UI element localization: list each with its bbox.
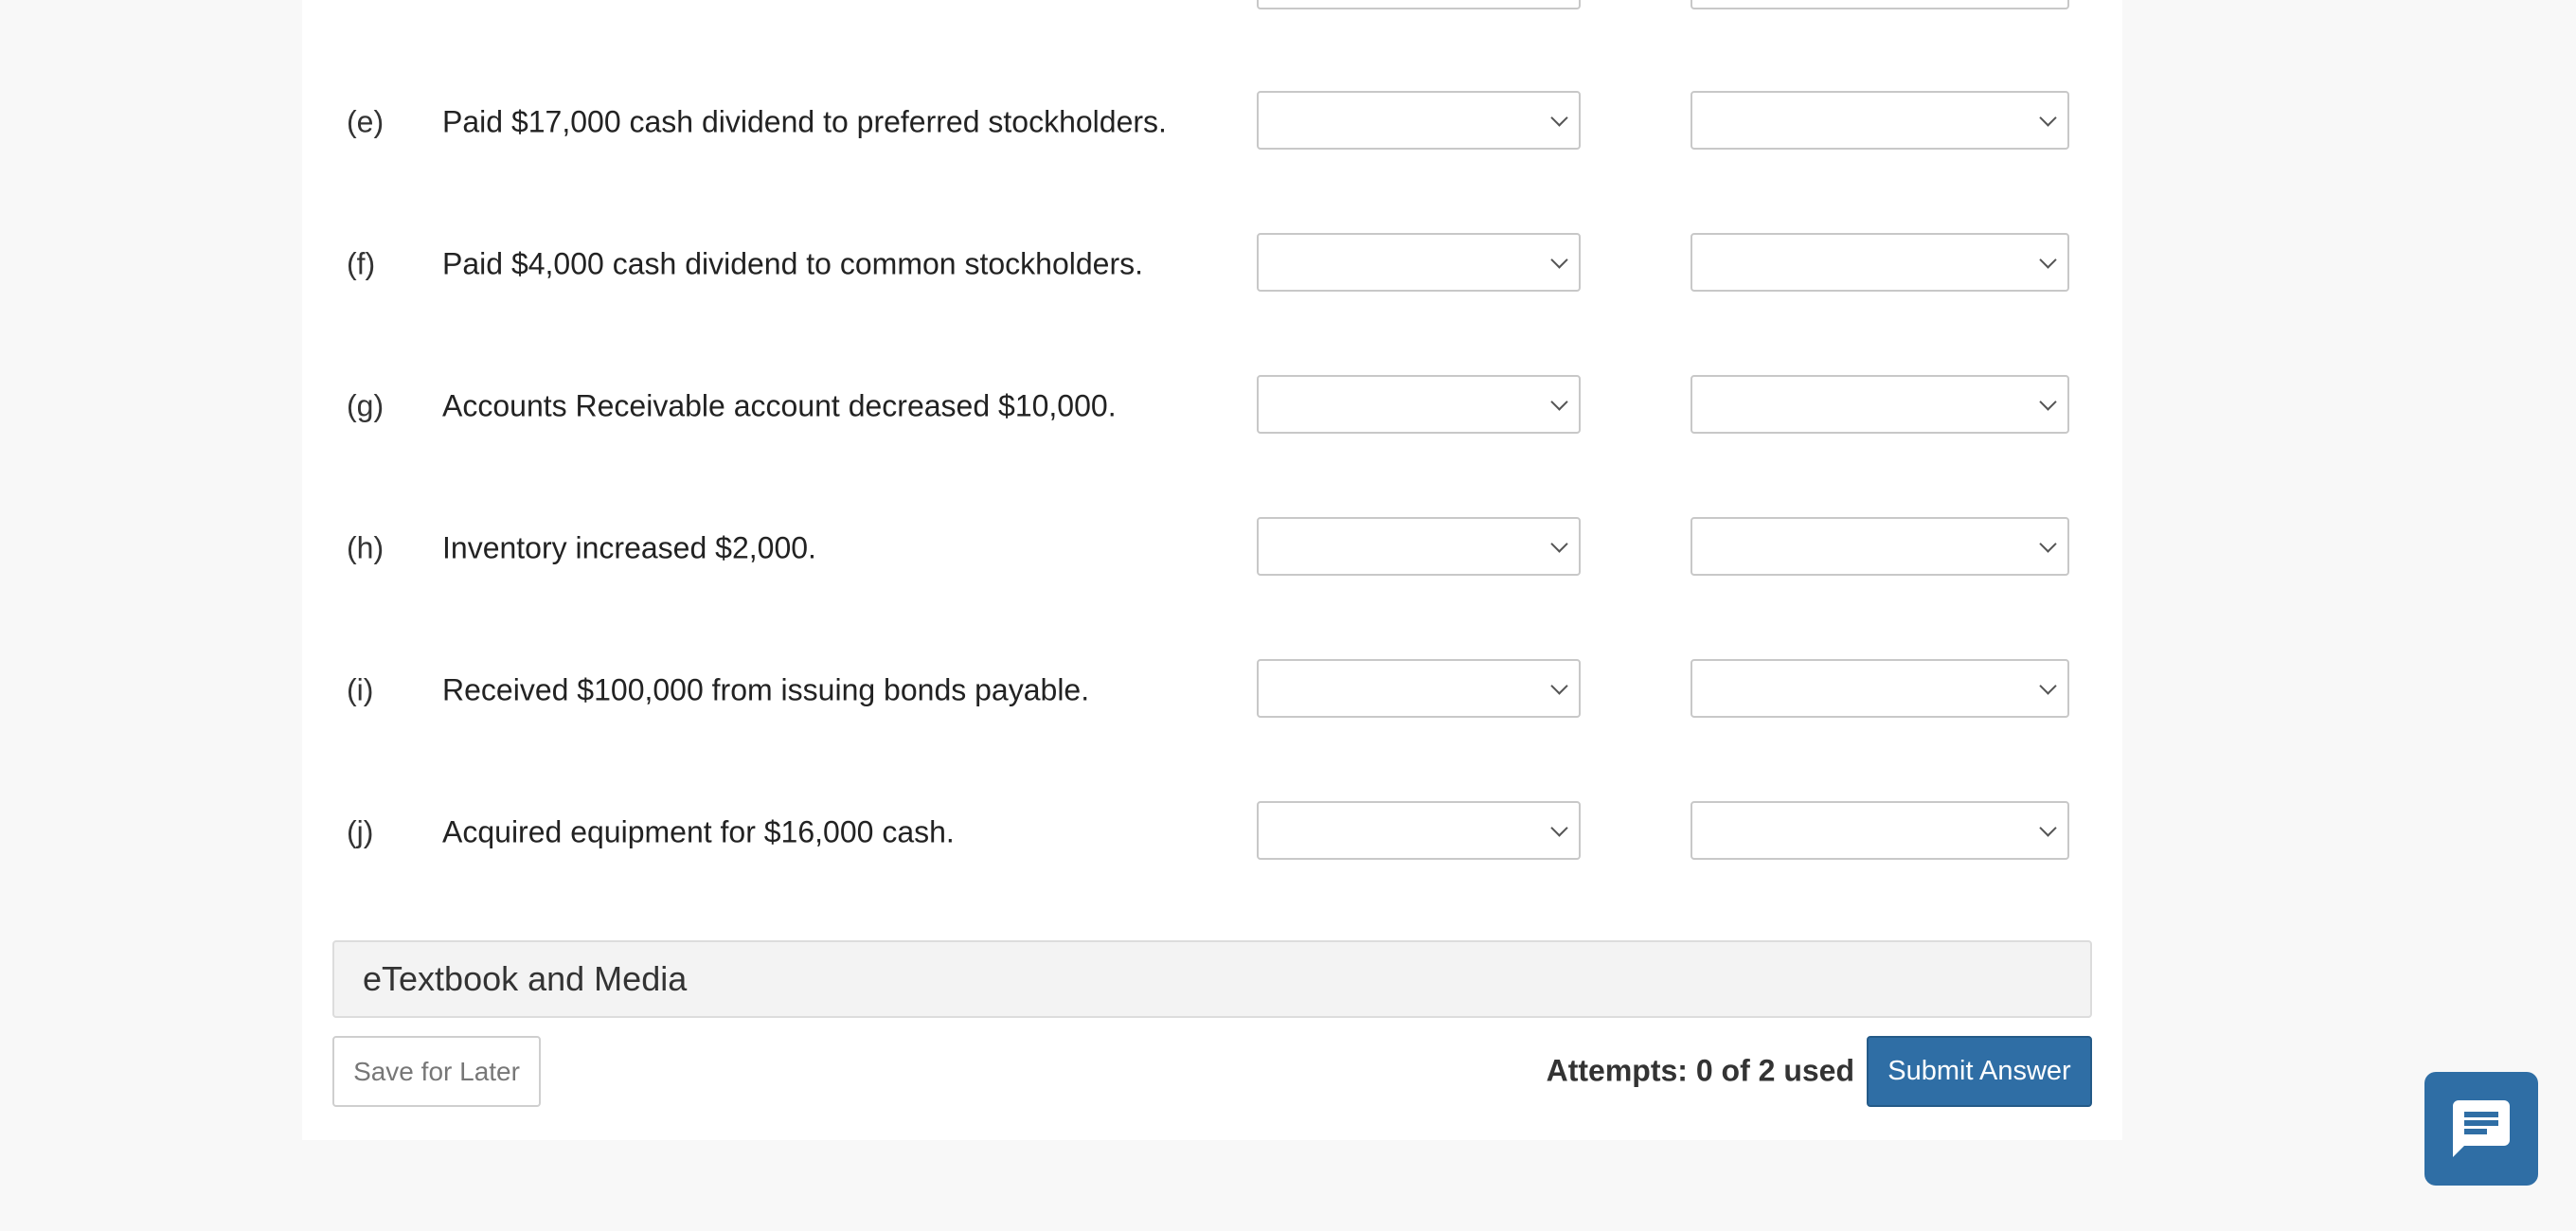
row-letter: (e) [347,104,385,139]
row-letter: (f) [347,246,376,281]
row-letter: (i) [347,672,374,707]
chevron-down-icon [2039,109,2057,127]
table-row: (f) Paid $4,000 cash dividend to common … [302,233,2122,295]
row-letter: (g) [347,388,385,423]
row-description: Received $100,000 from issuing bonds pay… [442,672,1090,707]
chat-button[interactable] [2424,1072,2538,1186]
table-row: (j) Acquired equipment for $16,000 cash. [302,801,2122,864]
question-panel: (e) Paid $17,000 cash dividend to prefer… [302,0,2122,1140]
effect-select[interactable] [1690,801,2069,860]
effect-select[interactable] [1690,233,2069,292]
row-description: Accounts Receivable account decreased $1… [442,388,1117,423]
classification-select[interactable] [1257,233,1581,292]
table-row: (e) Paid $17,000 cash dividend to prefer… [302,91,2122,153]
effect-select[interactable] [1690,0,2069,9]
submit-answer-button[interactable]: Submit Answer [1867,1036,2092,1107]
table-row: (i) Received $100,000 from issuing bonds… [302,659,2122,722]
classification-select[interactable] [1257,0,1581,9]
chat-bubble-icon [2453,1100,2510,1157]
chevron-down-icon [2039,677,2057,695]
chevron-down-icon [2039,819,2057,837]
table-row: (g) Accounts Receivable account decrease… [302,375,2122,437]
effect-select[interactable] [1690,91,2069,150]
chevron-down-icon [1550,109,1568,127]
effect-select[interactable] [1690,659,2069,718]
classification-select[interactable] [1257,801,1581,860]
classification-select[interactable] [1257,91,1581,150]
classification-select[interactable] [1257,375,1581,434]
chevron-down-icon [1550,393,1568,411]
row-description: Inventory increased $2,000. [442,530,816,565]
effect-select[interactable] [1690,517,2069,576]
chevron-down-icon [2039,251,2057,269]
chevron-down-icon [1550,251,1568,269]
row-letter: (j) [347,814,374,849]
etextbook-media-label: eTextbook and Media [363,959,688,998]
row-letter: (h) [347,530,385,565]
chevron-down-icon [1550,677,1568,695]
chevron-down-icon [2039,393,2057,411]
effect-select[interactable] [1690,375,2069,434]
chevron-down-icon [2039,535,2057,553]
chevron-down-icon [1550,819,1568,837]
attempts-counter: Attempts: 0 of 2 used [1546,1053,1854,1088]
save-for-later-button[interactable]: Save for Later [332,1036,541,1107]
table-row [302,0,2122,13]
row-description: Paid $17,000 cash dividend to preferred … [442,104,1167,139]
etextbook-media-toggle[interactable]: eTextbook and Media [332,940,2092,1018]
row-description: Paid $4,000 cash dividend to common stoc… [442,246,1143,281]
row-description: Acquired equipment for $16,000 cash. [442,814,955,849]
classification-select[interactable] [1257,517,1581,576]
classification-select[interactable] [1257,659,1581,718]
table-row: (h) Inventory increased $2,000. [302,517,2122,580]
chevron-down-icon [1550,535,1568,553]
